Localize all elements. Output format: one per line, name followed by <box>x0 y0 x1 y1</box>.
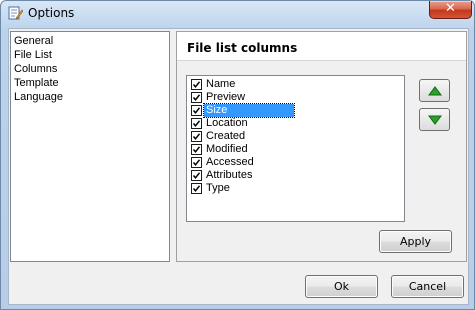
arrow-up-icon <box>428 86 442 96</box>
column-checkbox[interactable] <box>191 183 202 194</box>
column-checkbox[interactable] <box>191 105 202 116</box>
column-item-type[interactable]: Type <box>190 182 400 196</box>
columns-checklist[interactable]: Name Preview Size Location Created Modif… <box>186 75 405 222</box>
column-label: Created <box>206 130 246 142</box>
column-checkbox[interactable] <box>191 131 202 142</box>
column-label: Type <box>206 182 230 194</box>
nav-item-language[interactable]: Language <box>14 90 63 104</box>
column-checkbox[interactable] <box>191 118 202 129</box>
column-checkbox[interactable] <box>191 92 202 103</box>
panel-title: File list columns <box>187 41 298 55</box>
column-checkbox[interactable] <box>191 157 202 168</box>
column-label: Location <box>206 117 248 129</box>
options-category-list[interactable]: General File List Columns Template Langu… <box>10 31 170 262</box>
panel-header: File list columns <box>177 32 466 61</box>
column-label: Attributes <box>206 169 253 181</box>
arrow-down-icon <box>428 115 442 125</box>
column-label: Accessed <box>206 156 254 168</box>
column-checkbox[interactable] <box>191 144 202 155</box>
move-up-button[interactable] <box>419 79 450 102</box>
ok-button[interactable]: Ok <box>305 275 378 298</box>
close-icon: ✕ <box>445 1 456 16</box>
column-label: Modified <box>206 143 248 155</box>
apply-button[interactable]: Apply <box>379 230 452 253</box>
options-window: Options ✕ General File List Columns Temp… <box>0 0 475 310</box>
column-checkbox[interactable] <box>191 79 202 90</box>
move-down-button[interactable] <box>419 108 450 131</box>
column-checkbox[interactable] <box>191 170 202 181</box>
nav-item-general[interactable]: General <box>14 34 53 48</box>
cancel-button[interactable]: Cancel <box>391 275 464 298</box>
nav-item-file-list[interactable]: File List <box>14 48 52 62</box>
nav-item-template[interactable]: Template <box>14 76 59 90</box>
column-label-selected: Size <box>203 103 295 118</box>
nav-item-columns[interactable]: Columns <box>14 62 57 76</box>
dialog-client-area: General File List Columns Template Langu… <box>8 28 469 305</box>
window-title: Options <box>28 6 75 20</box>
column-label: Preview <box>206 91 246 103</box>
column-label: Name <box>206 78 236 90</box>
options-notepad-icon <box>7 5 24 21</box>
close-button[interactable]: ✕ <box>429 1 472 19</box>
title-bar[interactable]: Options ✕ <box>1 1 474 25</box>
columns-settings-panel: File list columns Name Preview Size Loca… <box>176 31 467 262</box>
